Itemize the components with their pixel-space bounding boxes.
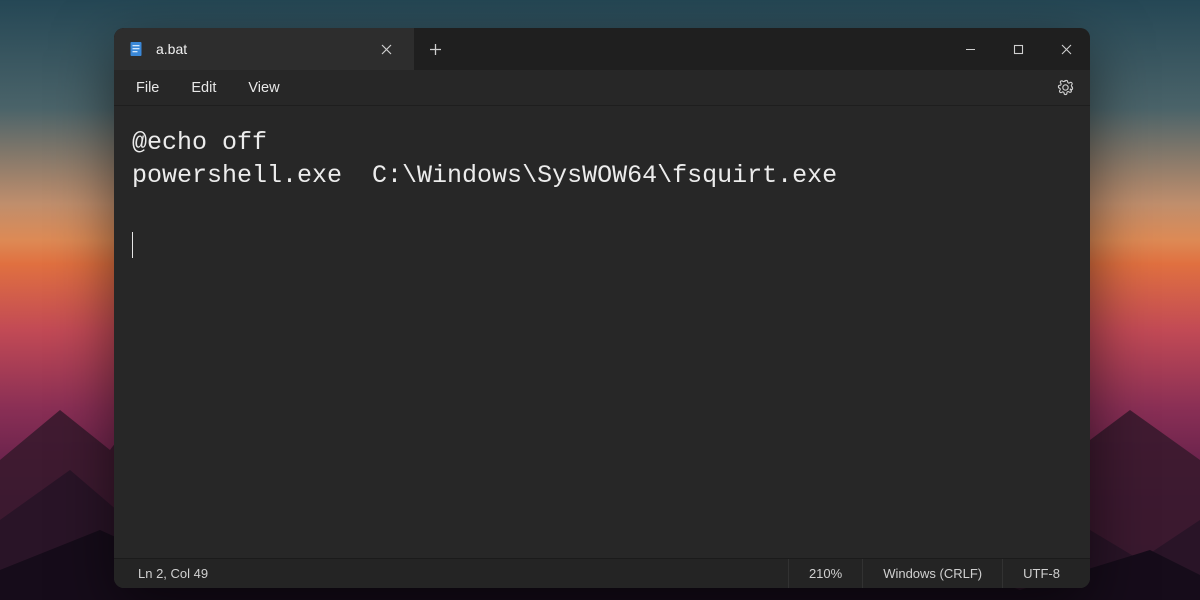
notepad-window: a.bat File Edit View xyxy=(114,28,1090,588)
status-line-ending[interactable]: Windows (CRLF) xyxy=(862,559,1002,588)
menu-bar: File Edit View xyxy=(114,70,1090,106)
close-icon xyxy=(1061,44,1072,55)
status-zoom[interactable]: 210% xyxy=(788,559,862,588)
new-tab-button[interactable] xyxy=(414,28,456,70)
gear-icon xyxy=(1057,79,1074,96)
tab-title: a.bat xyxy=(156,41,360,57)
status-cursor-position[interactable]: Ln 2, Col 49 xyxy=(124,566,208,581)
menu-view[interactable]: View xyxy=(234,74,293,102)
minimize-button[interactable] xyxy=(946,28,994,70)
tab-close-button[interactable] xyxy=(372,35,400,63)
minimize-icon xyxy=(965,44,976,55)
maximize-button[interactable] xyxy=(994,28,1042,70)
menu-file[interactable]: File xyxy=(122,74,173,102)
plus-icon xyxy=(429,43,442,56)
status-bar: Ln 2, Col 49 210% Windows (CRLF) UTF-8 xyxy=(114,558,1090,588)
text-caret xyxy=(132,232,133,258)
file-tab[interactable]: a.bat xyxy=(114,28,414,70)
editor-line: @echo off xyxy=(132,128,267,157)
maximize-icon xyxy=(1013,44,1024,55)
status-encoding[interactable]: UTF-8 xyxy=(1002,559,1080,588)
window-close-button[interactable] xyxy=(1042,28,1090,70)
titlebar: a.bat xyxy=(114,28,1090,70)
notepad-file-icon xyxy=(128,41,144,57)
editor-line: powershell.exe C:\Windows\SysWOW64\fsqui… xyxy=(132,161,837,190)
menu-edit[interactable]: Edit xyxy=(177,74,230,102)
settings-button[interactable] xyxy=(1048,73,1082,103)
window-controls xyxy=(946,28,1090,70)
close-icon xyxy=(381,44,392,55)
text-editor-area[interactable]: @echo off powershell.exe C:\Windows\SysW… xyxy=(114,106,1090,558)
